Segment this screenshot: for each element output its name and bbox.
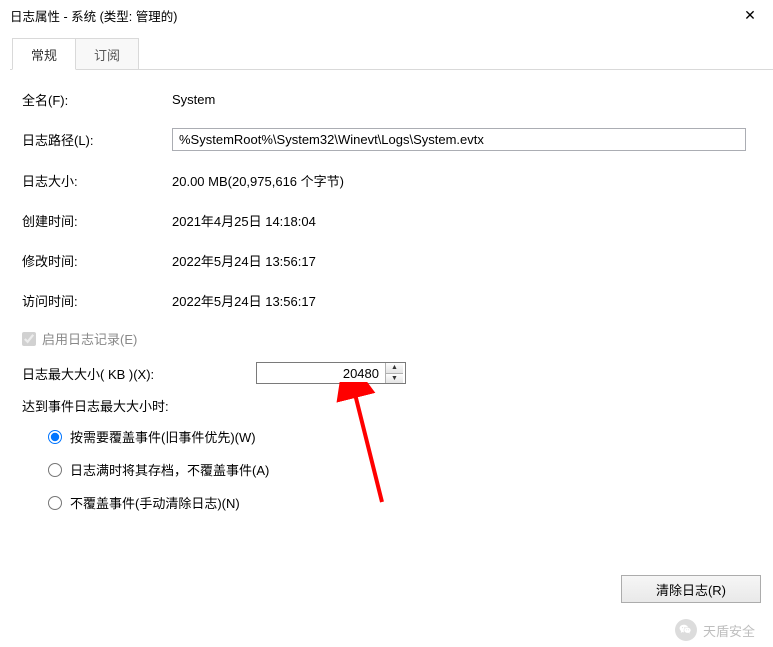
enable-logging-checkbox[interactable] [22, 332, 36, 346]
log-path-input[interactable] [172, 128, 746, 151]
radio-archive[interactable] [48, 463, 62, 477]
wechat-icon [675, 619, 697, 641]
value-path [172, 128, 761, 151]
label-modified: 修改时间: [22, 251, 172, 270]
row-enable-logging: 启用日志记录(E) [22, 329, 761, 348]
radio-overwrite-as-needed[interactable] [48, 430, 62, 444]
row-created: 创建时间: 2021年4月25日 14:18:04 [22, 209, 761, 231]
footer: 清除日志(R) [621, 575, 761, 603]
value-accessed: 2022年5月24日 13:56:17 [172, 291, 761, 310]
radio-row-archive: 日志满时将其存档，不覆盖事件(A) [48, 460, 761, 479]
value-created: 2021年4月25日 14:18:04 [172, 211, 761, 230]
radio-row-no-overwrite: 不覆盖事件(手动清除日志)(N) [48, 493, 761, 512]
radio-archive-label: 日志满时将其存档，不覆盖事件(A) [70, 460, 269, 479]
row-accessed: 访问时间: 2022年5月24日 13:56:17 [22, 289, 761, 311]
radio-overwrite-label: 按需要覆盖事件(旧事件优先)(W) [70, 427, 256, 446]
spinner-down-icon[interactable]: ▼ [386, 374, 403, 384]
radio-no-overwrite-label: 不覆盖事件(手动清除日志)(N) [70, 493, 240, 512]
window-title: 日志属性 - 系统 (类型: 管理的) [10, 6, 727, 25]
label-max-size: 日志最大大小( KB )(X): [22, 364, 256, 383]
row-path: 日志路径(L): [22, 128, 761, 151]
value-modified: 2022年5月24日 13:56:17 [172, 251, 761, 270]
label-size: 日志大小: [22, 171, 172, 190]
close-icon[interactable]: ✕ [727, 0, 773, 30]
max-size-input[interactable] [257, 363, 385, 383]
tab-bar: 常规 订阅 [10, 38, 773, 70]
row-modified: 修改时间: 2022年5月24日 13:56:17 [22, 249, 761, 271]
label-accessed: 访问时间: [22, 291, 172, 310]
row-size: 日志大小: 20.00 MB(20,975,616 个字节) [22, 169, 761, 191]
label-fullname: 全名(F): [22, 90, 172, 109]
tab-subscribe[interactable]: 订阅 [75, 38, 139, 69]
value-size: 20.00 MB(20,975,616 个字节) [172, 171, 761, 190]
row-fullname: 全名(F): System [22, 88, 761, 110]
max-size-spinner: ▲ ▼ [256, 362, 406, 384]
watermark-text: 天盾安全 [703, 621, 755, 640]
spinner-buttons: ▲ ▼ [385, 363, 403, 383]
label-when-max-reached: 达到事件日志最大大小时: [22, 396, 761, 415]
content-pane: 全名(F): System 日志路径(L): 日志大小: 20.00 MB(20… [0, 70, 773, 536]
radio-group-overflow: 按需要覆盖事件(旧事件优先)(W) 日志满时将其存档，不覆盖事件(A) 不覆盖事… [22, 427, 761, 512]
spinner-up-icon[interactable]: ▲ [386, 363, 403, 374]
window-titlebar: 日志属性 - 系统 (类型: 管理的) ✕ [0, 0, 773, 30]
watermark: 天盾安全 [675, 619, 755, 641]
radio-row-overwrite: 按需要覆盖事件(旧事件优先)(W) [48, 427, 761, 446]
row-max-size: 日志最大大小( KB )(X): ▲ ▼ [22, 362, 761, 384]
label-path: 日志路径(L): [22, 130, 172, 149]
radio-no-overwrite[interactable] [48, 496, 62, 510]
tab-general[interactable]: 常规 [12, 38, 76, 70]
value-fullname: System [172, 92, 761, 107]
enable-logging-label: 启用日志记录(E) [42, 329, 137, 348]
clear-log-button[interactable]: 清除日志(R) [621, 575, 761, 603]
label-created: 创建时间: [22, 211, 172, 230]
